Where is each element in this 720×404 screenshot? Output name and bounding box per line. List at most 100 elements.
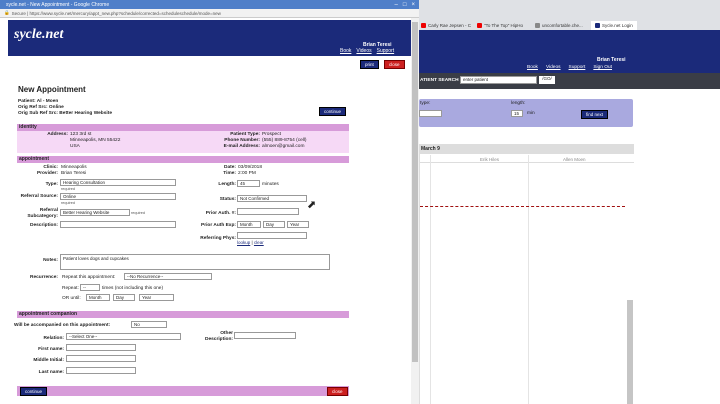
lookup-link[interactable]: lookup bbox=[237, 240, 250, 245]
first-name-label: First name: bbox=[38, 347, 64, 352]
date-label: Date: bbox=[224, 165, 236, 170]
nav-book[interactable]: Book bbox=[340, 48, 351, 54]
window-controls: – □ × bbox=[395, 0, 415, 9]
lock-icon: 🔒 bbox=[4, 10, 10, 15]
maximize-icon[interactable]: □ bbox=[403, 2, 407, 8]
repeat-count-select[interactable]: -- bbox=[80, 284, 100, 291]
minimize-icon[interactable]: – bbox=[395, 2, 398, 8]
browser-tab-strip: Carly Rae Jepsen - C "To The Top" HipHo … bbox=[419, 0, 720, 30]
type-required-note: required bbox=[61, 187, 75, 191]
bg-length-select[interactable]: 15 bbox=[511, 110, 523, 117]
scrollbar-thumb[interactable] bbox=[412, 22, 418, 362]
last-name-input[interactable] bbox=[66, 367, 136, 374]
middle-initial-input[interactable] bbox=[66, 355, 136, 362]
referral-source-select[interactable]: Online bbox=[60, 193, 176, 200]
bg-nav-book[interactable]: Book bbox=[527, 65, 538, 73]
bg-patient-search-input[interactable]: enter patient bbox=[460, 76, 537, 84]
continue-button-top[interactable]: continue bbox=[319, 107, 347, 116]
referring-phys-input[interactable] bbox=[237, 232, 307, 239]
referral-sub-select[interactable]: Better Hearing Website bbox=[60, 209, 130, 216]
continue-button-bottom[interactable]: continue bbox=[20, 387, 48, 396]
bg-col-erik: Erik Hiles bbox=[480, 157, 500, 162]
window-titlebar: sycle.net - New Appointment - Google Chr… bbox=[0, 0, 419, 9]
referral-sub-label: Referral Subcategory: bbox=[27, 208, 58, 219]
appointment-section-header: appointment bbox=[17, 156, 349, 163]
length-select[interactable]: 45 bbox=[237, 180, 260, 187]
browser-tab-active[interactable]: Sycle.net Login bbox=[591, 21, 637, 30]
nav-support[interactable]: Support bbox=[377, 48, 395, 54]
clinic-label: Clinic: bbox=[43, 165, 58, 170]
status-label: Status: bbox=[219, 197, 236, 202]
phone-value: (555) 889-8754 (cell) bbox=[262, 138, 307, 143]
notes-textarea[interactable]: Patient loves dogs and cupcakes bbox=[60, 254, 330, 270]
clinic-value: Minneapolis bbox=[61, 165, 87, 170]
middle-initial-label: Middle Initial: bbox=[33, 358, 64, 363]
bg-filter-panel: type: length: 15 min find next bbox=[419, 99, 633, 127]
notes-label: Notes: bbox=[43, 258, 58, 263]
bg-calendar-header: Erik Hiles Allen Moen bbox=[420, 155, 634, 163]
bg-nav-videos[interactable]: Videos bbox=[546, 65, 561, 73]
recurrence-label: Recurrence: bbox=[30, 275, 58, 280]
description-input[interactable] bbox=[60, 221, 176, 228]
prior-exp-year-select[interactable]: Year bbox=[287, 221, 309, 228]
bg-calendar-date: March 9 bbox=[420, 144, 634, 154]
relation-label: Relation: bbox=[43, 336, 64, 341]
close-icon[interactable]: × bbox=[411, 2, 415, 8]
recurrence-select[interactable]: --No Recurrence-- bbox=[124, 273, 212, 280]
bg-header: Brian Teresi bbox=[419, 30, 720, 68]
first-name-input[interactable] bbox=[66, 344, 136, 351]
orig-ref-src: Orig Ref Src: Online bbox=[18, 105, 64, 110]
bg-nav-signout[interactable]: Sign Out bbox=[593, 65, 612, 73]
address-line-2: Minneapolis, MN 55422 bbox=[70, 138, 121, 143]
page-title: New Appointment bbox=[18, 85, 86, 94]
bg-go-button[interactable]: /GO/ bbox=[539, 76, 555, 84]
referral-required-note: required bbox=[61, 201, 75, 205]
until-day-select[interactable]: Day bbox=[113, 294, 135, 301]
referring-phys-links: lookup | clear bbox=[237, 240, 264, 245]
bg-type-select[interactable] bbox=[419, 110, 442, 117]
type-label: Type: bbox=[45, 182, 58, 187]
browser-tab[interactable]: uncomfortable.che... bbox=[535, 21, 583, 30]
header-nav: Book Videos Support bbox=[340, 48, 394, 54]
address-bar[interactable]: 🔒 Secure | https://www.sycle.net/mercury/… bbox=[0, 9, 419, 18]
other-description-input[interactable] bbox=[234, 332, 296, 339]
nav-videos[interactable]: Videos bbox=[356, 48, 371, 54]
google-icon bbox=[535, 23, 540, 28]
orig-sub-ref-src: Orig Sub Ref Src: Better Hearing Website bbox=[18, 111, 113, 116]
identity-section-header: identity bbox=[17, 124, 349, 131]
browser-tab[interactable]: Carly Rae Jepsen - C bbox=[421, 21, 471, 30]
bg-nav-support[interactable]: Support bbox=[569, 65, 586, 73]
until-year-select[interactable]: Year bbox=[139, 294, 174, 301]
bg-scrollbar[interactable] bbox=[627, 300, 633, 404]
status-select[interactable]: Not Confirmed bbox=[237, 195, 307, 202]
provider-value: Brian Teresi bbox=[61, 171, 87, 176]
sycle-logo: sycle.net bbox=[14, 27, 64, 42]
prior-exp-month-select[interactable]: Month bbox=[237, 221, 261, 228]
current-time-line bbox=[420, 206, 625, 207]
browser-tab[interactable]: "To The Top" HipHo bbox=[477, 21, 523, 30]
close-button-bottom[interactable]: close bbox=[327, 387, 348, 396]
relation-select[interactable]: --Select One-- bbox=[66, 333, 181, 340]
other-description-label: Other Description: bbox=[205, 331, 233, 342]
referral-source-label: Referral Source: bbox=[20, 194, 58, 199]
type-select[interactable]: Hearing Consultation bbox=[60, 179, 176, 186]
print-button[interactable]: print bbox=[360, 60, 379, 69]
bg-nav: Book Videos Support Sign Out bbox=[419, 65, 720, 73]
prior-exp-day-select[interactable]: Day bbox=[263, 221, 285, 228]
youtube-icon bbox=[477, 23, 482, 28]
mouse-cursor-icon: ⬈ bbox=[307, 199, 317, 211]
bg-search-label: ATIENT SEARCH bbox=[420, 78, 459, 83]
accompanied-select[interactable]: No bbox=[131, 321, 167, 328]
prior-auth-exp-label: Prior Auth Exp: bbox=[201, 223, 236, 228]
clear-link[interactable]: clear bbox=[254, 240, 264, 245]
youtube-icon bbox=[421, 23, 426, 28]
background-browser-window: Carly Rae Jepsen - C "To The Top" HipHo … bbox=[419, 0, 720, 404]
close-button[interactable]: close bbox=[384, 60, 405, 69]
patient-name: Patient: Al - Moen bbox=[18, 99, 59, 104]
email-label: E-mail Address: bbox=[223, 144, 260, 149]
bg-find-next-button[interactable]: find next bbox=[581, 110, 609, 119]
until-month-select[interactable]: Month bbox=[86, 294, 110, 301]
prior-auth-input[interactable] bbox=[237, 208, 299, 215]
prior-auth-label: Prior Auth. #: bbox=[205, 211, 236, 216]
patient-type-label: Patient Type: bbox=[230, 132, 260, 137]
